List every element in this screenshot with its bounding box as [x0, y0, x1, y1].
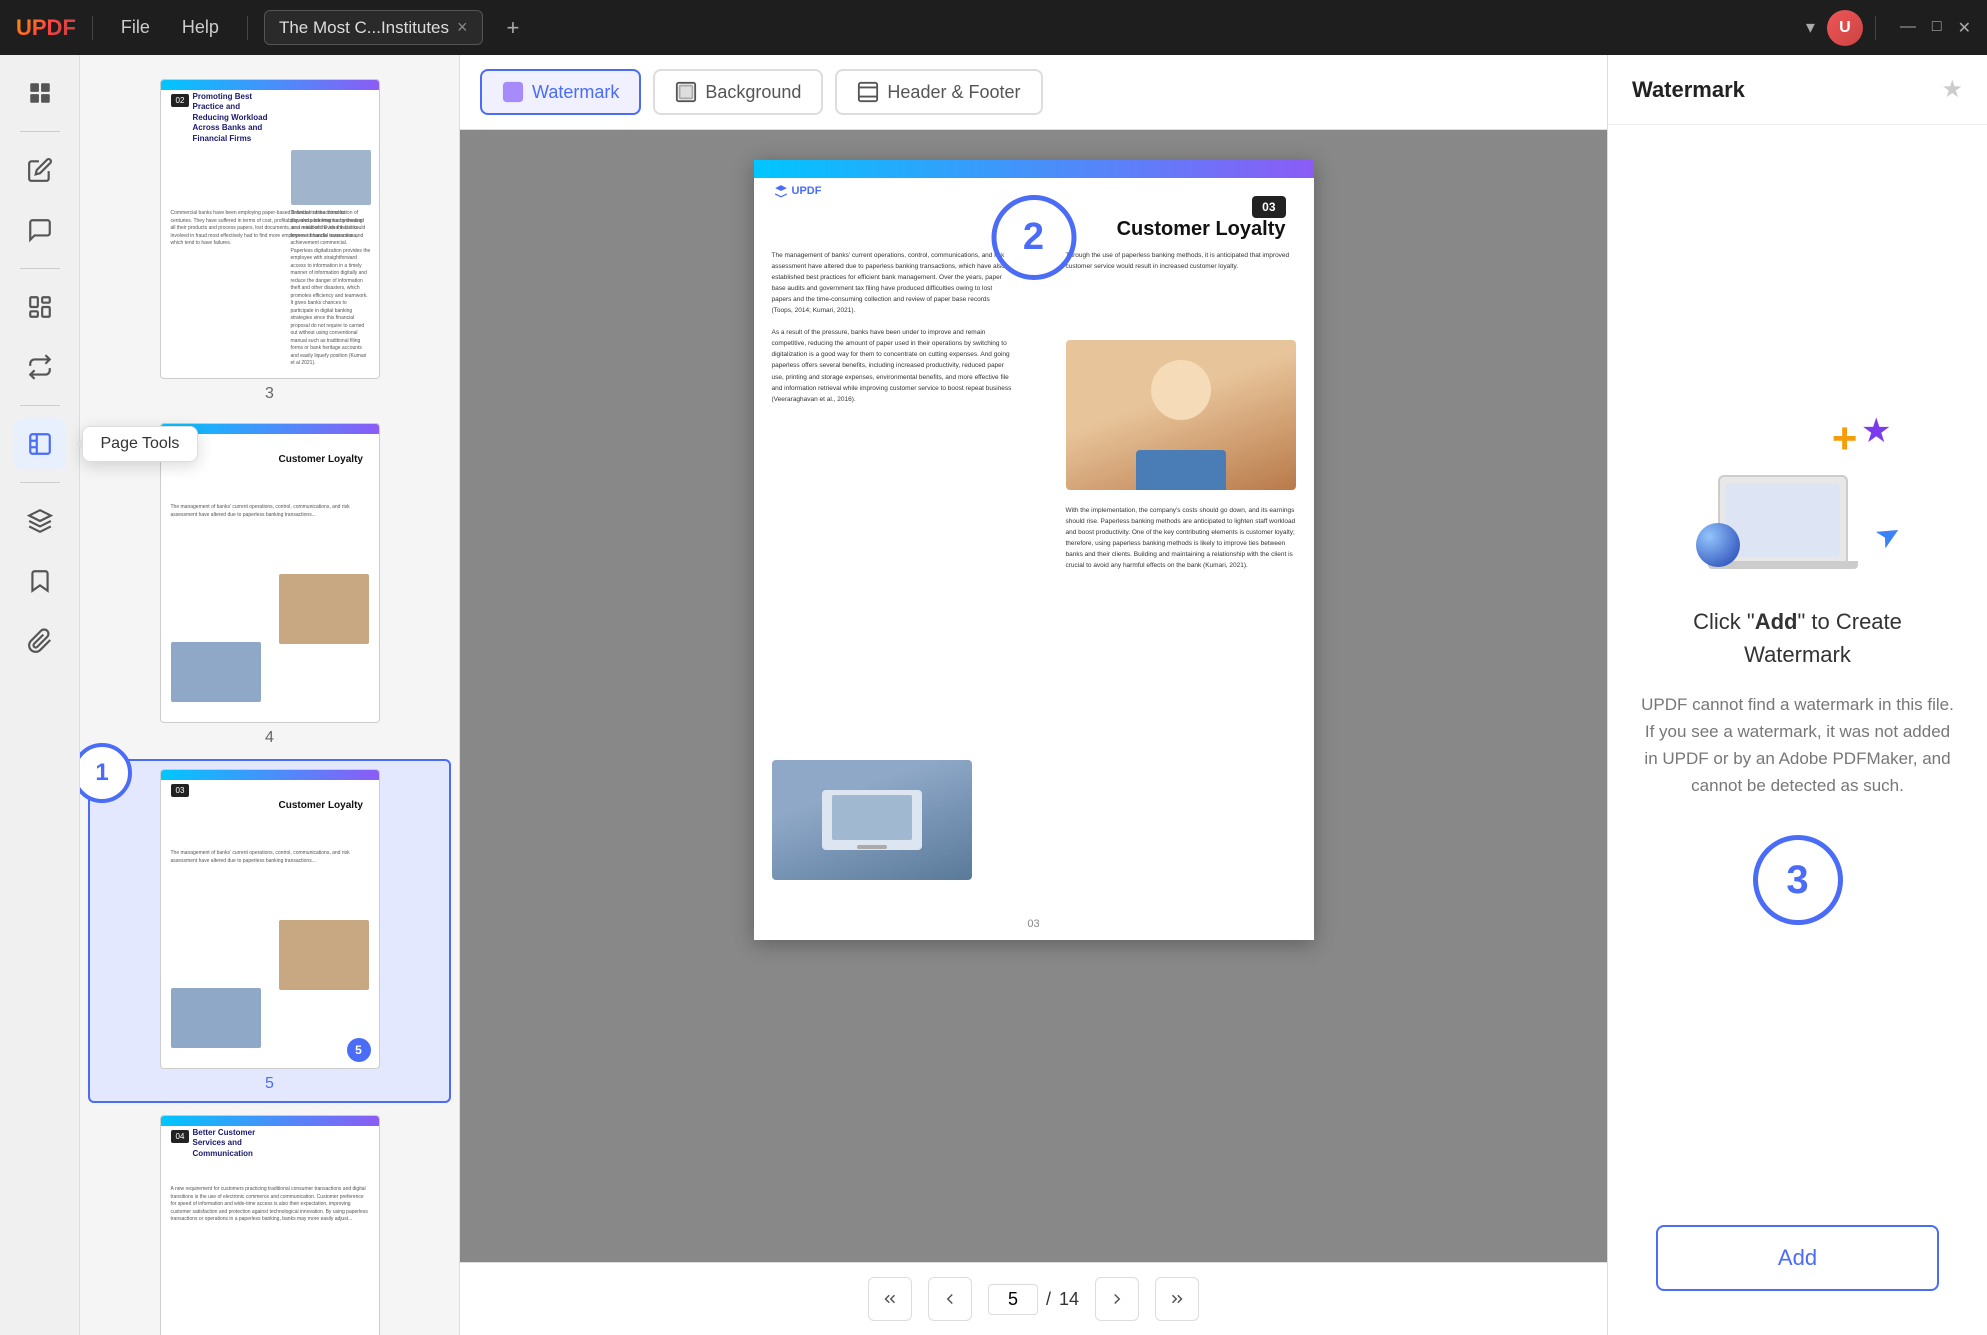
close-button[interactable]: ✕	[1958, 18, 1971, 38]
right-panel-instruction: Click "Add" to Create Watermark	[1638, 605, 1957, 671]
help-menu[interactable]: Help	[170, 13, 231, 42]
sidebar-sep-4	[20, 482, 60, 483]
thumbnail-item-5[interactable]: 1 03 Customer Loyalty The management of …	[88, 759, 451, 1103]
page-top-bar	[754, 160, 1314, 178]
prev-page-button[interactable]	[928, 1277, 972, 1321]
main-area: Page Tools 02 Promoting BestPractice and…	[0, 55, 1987, 1335]
thumbnail-3-image: 02 Promoting BestPractice andReducing Wo…	[160, 79, 380, 379]
page-view: 2 UPDF 03 Customer Loyalty The managemen…	[460, 130, 1607, 1262]
step-1-circle: 1	[80, 743, 132, 803]
toolbar: Watermark Background Header & Footer	[460, 55, 1607, 130]
watermark-button[interactable]: Watermark	[480, 69, 641, 115]
nav-bar: / 14	[460, 1262, 1607, 1335]
total-pages: 14	[1059, 1289, 1079, 1310]
title-controls: ▾ U — □ ✕	[1806, 10, 1971, 46]
minimize-button[interactable]: —	[1900, 18, 1916, 38]
page-image-right	[1066, 340, 1296, 490]
page-indicator: / 14	[988, 1284, 1079, 1315]
tab-title: The Most C...Institutes	[279, 18, 449, 38]
dropdown-icon[interactable]: ▾	[1806, 17, 1815, 38]
sidebar-sep-3	[20, 405, 60, 406]
thumbnail-4-image: 03 Customer Loyalty The management of ba…	[160, 423, 380, 723]
page-input[interactable]	[988, 1284, 1038, 1315]
thumbnail-3-num: 3	[265, 385, 274, 403]
thumbnail-item-3[interactable]: 02 Promoting BestPractice andReducing Wo…	[88, 71, 451, 411]
right-panel-title: Watermark	[1632, 77, 1745, 103]
sidebar-icon-page-tools[interactable]: Page Tools	[14, 418, 66, 470]
thumbnail-5-num: 5	[265, 1075, 274, 1093]
header-footer-label: Header & Footer	[887, 82, 1020, 103]
thumbnail-panel: 02 Promoting BestPractice andReducing Wo…	[80, 55, 460, 1335]
step-3-circle: 3	[1753, 835, 1843, 925]
page-updf-logo: UPDF	[774, 184, 822, 198]
sidebar-icon-thumbnails[interactable]	[14, 67, 66, 119]
sep2	[247, 16, 248, 40]
add-watermark-button[interactable]: Add	[1656, 1225, 1939, 1291]
thumbnail-5-image: 03 Customer Loyalty The management of ba…	[160, 769, 380, 1069]
thumbnail-item-4[interactable]: 03 Customer Loyalty The management of ba…	[88, 415, 451, 755]
sidebar-icon-edit[interactable]	[14, 144, 66, 196]
right-panel-body: + ★ ➤ Click "Add" to Create Watermark UP…	[1608, 125, 1987, 1205]
last-page-button[interactable]	[1155, 1277, 1199, 1321]
page-body-right-top: Through the use of paperless banking met…	[1066, 250, 1296, 272]
watermark-label: Watermark	[532, 82, 619, 103]
sidebar: Page Tools	[0, 55, 80, 1335]
avatar[interactable]: U	[1827, 10, 1863, 46]
right-panel: Watermark ★ + ★ ➤ Click	[1607, 55, 1987, 1335]
favorite-star-button[interactable]: ★	[1941, 75, 1963, 104]
sidebar-icon-attach[interactable]	[14, 615, 66, 667]
sep3	[1875, 16, 1876, 40]
watermark-illustration: + ★ ➤	[1688, 405, 1908, 575]
menu-bar: File Help	[109, 13, 231, 42]
content-area: Watermark Background Header & Footer 2	[460, 55, 1607, 1335]
sidebar-sep-2	[20, 268, 60, 269]
file-menu[interactable]: File	[109, 13, 162, 42]
add-tab-button[interactable]: +	[499, 11, 528, 45]
tab[interactable]: The Most C...Institutes ×	[264, 10, 483, 45]
page-image-bottom	[772, 760, 972, 880]
sidebar-icon-bookmark[interactable]	[14, 555, 66, 607]
maximize-button[interactable]: □	[1932, 18, 1942, 38]
thumbnail-4-num: 4	[265, 729, 274, 747]
right-panel-header: Watermark ★	[1608, 55, 1987, 125]
header-footer-button[interactable]: Header & Footer	[835, 69, 1042, 115]
thumbnail-item-6[interactable]: 04 Better CustomerServices andCommunicat…	[88, 1107, 451, 1335]
background-button[interactable]: Background	[653, 69, 823, 115]
page-body-right-bottom: With the implementation, the company's c…	[1066, 505, 1296, 571]
step-2-circle: 2	[991, 195, 1076, 280]
background-label: Background	[705, 82, 801, 103]
next-page-button[interactable]	[1095, 1277, 1139, 1321]
page-num-badge: 03	[1252, 196, 1285, 218]
right-panel-description: UPDF cannot find a watermark in this fil…	[1638, 691, 1957, 800]
sidebar-sep-1	[20, 131, 60, 132]
sidebar-icon-organize[interactable]	[14, 281, 66, 333]
app-logo: UPDF	[16, 15, 76, 41]
close-tab-button[interactable]: ×	[457, 17, 468, 38]
page-footer-num: 03	[1027, 918, 1039, 930]
window-controls: — □ ✕	[1900, 18, 1971, 38]
add-button-container: Add	[1608, 1205, 1987, 1335]
page-title: Customer Loyalty	[1117, 218, 1286, 241]
first-page-button[interactable]	[868, 1277, 912, 1321]
sidebar-icon-layers[interactable]	[14, 495, 66, 547]
sidebar-icon-convert[interactable]	[14, 341, 66, 393]
thumbnail-6-image: 04 Better CustomerServices andCommunicat…	[160, 1115, 380, 1335]
page-body-left: The management of banks' current operati…	[772, 250, 1012, 405]
sep	[92, 16, 93, 40]
titlebar: UPDF File Help The Most C...Institutes ×…	[0, 0, 1987, 55]
sidebar-icon-comment[interactable]	[14, 204, 66, 256]
